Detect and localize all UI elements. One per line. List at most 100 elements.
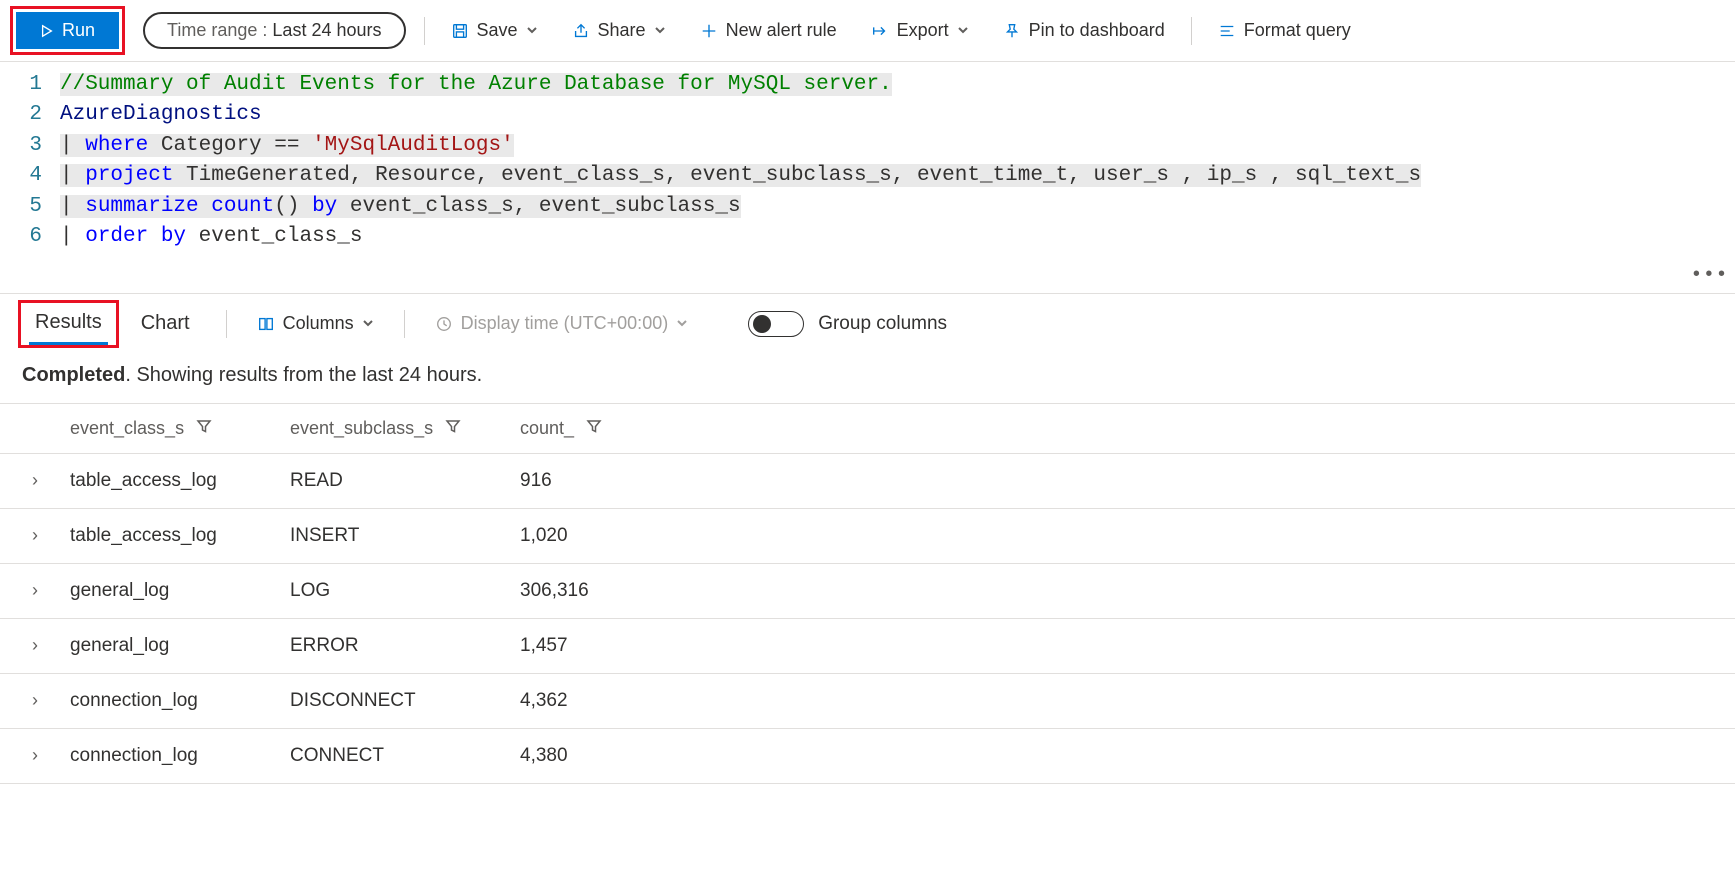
line-number: 5 xyxy=(0,192,60,222)
table-row[interactable]: ›connection_logDISCONNECT4,362 xyxy=(0,674,1735,729)
filter-icon[interactable] xyxy=(445,418,461,439)
format-button[interactable]: Format query xyxy=(1210,16,1359,45)
line-number: 3 xyxy=(0,131,60,161)
query-toolbar: Run Time range : Last 24 hours Save Shar… xyxy=(0,0,1735,62)
group-columns-label: Group columns xyxy=(818,313,947,335)
run-label: Run xyxy=(62,20,95,41)
expand-icon[interactable]: › xyxy=(0,470,70,491)
group-columns-control: Group columns xyxy=(748,311,947,337)
time-range-picker[interactable]: Time range : Last 24 hours xyxy=(143,12,405,49)
code-line: | project TimeGenerated, Resource, event… xyxy=(60,161,1421,191)
cell-event-subclass: LOG xyxy=(290,580,520,602)
plus-icon xyxy=(700,22,718,40)
expand-icon[interactable]: › xyxy=(0,690,70,711)
save-button[interactable]: Save xyxy=(443,16,546,45)
chevron-down-icon xyxy=(526,20,538,41)
tab-chart[interactable]: Chart xyxy=(135,304,196,343)
cell-event-class: table_access_log xyxy=(70,525,290,547)
tab-results[interactable]: Results xyxy=(29,303,108,345)
columns-label: Columns xyxy=(283,313,354,334)
results-tab-highlight-box: Results xyxy=(18,300,119,348)
expand-icon[interactable]: › xyxy=(0,580,70,601)
cell-count: 4,380 xyxy=(520,745,700,767)
cell-count: 4,362 xyxy=(520,690,700,712)
chevron-down-icon xyxy=(654,20,666,41)
expand-icon[interactable]: › xyxy=(0,745,70,766)
code-line: | where Category == 'MySqlAuditLogs' xyxy=(60,131,514,161)
status-detail: . Showing results from the last 24 hours… xyxy=(125,364,482,386)
columns-button[interactable]: Columns xyxy=(257,313,374,334)
new-alert-button[interactable]: New alert rule xyxy=(692,16,845,45)
table-body: ›table_access_logREAD916›table_access_lo… xyxy=(0,454,1735,784)
chevron-down-icon xyxy=(676,313,688,334)
group-columns-toggle[interactable] xyxy=(748,311,804,337)
status-text: Completed. Showing results from the last… xyxy=(0,348,1735,404)
line-number: 6 xyxy=(0,222,60,252)
run-button[interactable]: Run xyxy=(16,12,119,49)
filter-icon[interactable] xyxy=(586,418,602,439)
export-label: Export xyxy=(897,20,949,41)
filter-icon[interactable] xyxy=(196,418,212,439)
export-icon xyxy=(871,22,889,40)
time-range-value: Last 24 hours xyxy=(272,20,381,40)
code-line: | summarize count() by event_class_s, ev… xyxy=(60,192,741,222)
separator xyxy=(404,310,405,338)
time-range-label: Time range : xyxy=(167,20,267,40)
table-row[interactable]: ›table_access_logINSERT1,020 xyxy=(0,509,1735,564)
cell-event-subclass: CONNECT xyxy=(290,745,520,767)
more-menu[interactable]: • • • xyxy=(1693,263,1725,286)
results-toolbar: Results Chart Columns Display time (UTC+… xyxy=(0,293,1735,348)
cell-event-subclass: INSERT xyxy=(290,525,520,547)
run-highlight-box: Run xyxy=(10,6,125,55)
header-count: count_ xyxy=(520,418,574,439)
query-editor[interactable]: 1//Summary of Audit Events for the Azure… xyxy=(0,62,1735,293)
pin-button[interactable]: Pin to dashboard xyxy=(995,16,1173,45)
cell-count: 1,020 xyxy=(520,525,700,547)
separator xyxy=(1191,17,1192,45)
play-icon xyxy=(40,24,54,38)
cell-count: 1,457 xyxy=(520,635,700,657)
save-icon xyxy=(451,22,469,40)
expand-icon[interactable]: › xyxy=(0,635,70,656)
line-number: 4 xyxy=(0,161,60,191)
display-time-button[interactable]: Display time (UTC+00:00) xyxy=(435,313,689,334)
code-comment: //Summary of Audit Events for the Azure … xyxy=(60,73,892,96)
status-completed: Completed xyxy=(22,364,125,386)
table-row[interactable]: ›table_access_logREAD916 xyxy=(0,454,1735,509)
share-label: Share xyxy=(598,20,646,41)
format-icon xyxy=(1218,22,1236,40)
cell-event-class: general_log xyxy=(70,580,290,602)
export-button[interactable]: Export xyxy=(863,16,977,45)
pin-icon xyxy=(1003,22,1021,40)
table-row[interactable]: ›connection_logCONNECT4,380 xyxy=(0,729,1735,784)
cell-event-subclass: ERROR xyxy=(290,635,520,657)
line-number: 1 xyxy=(0,70,60,100)
share-button[interactable]: Share xyxy=(564,16,674,45)
header-event-subclass: event_subclass_s xyxy=(290,418,433,439)
separator xyxy=(226,310,227,338)
table-header: event_class_s event_subclass_s count_ xyxy=(0,404,1735,454)
separator xyxy=(424,17,425,45)
table-row[interactable]: ›general_logERROR1,457 xyxy=(0,619,1735,674)
cell-event-subclass: READ xyxy=(290,470,520,492)
format-label: Format query xyxy=(1244,20,1351,41)
header-event-class: event_class_s xyxy=(70,418,184,439)
chevron-down-icon xyxy=(957,20,969,41)
clock-icon xyxy=(435,315,453,333)
line-number: 2 xyxy=(0,100,60,130)
new-alert-label: New alert rule xyxy=(726,20,837,41)
pin-label: Pin to dashboard xyxy=(1029,20,1165,41)
cell-event-class: general_log xyxy=(70,635,290,657)
cell-count: 916 xyxy=(520,470,700,492)
cell-event-class: table_access_log xyxy=(70,470,290,492)
share-icon xyxy=(572,22,590,40)
table-row[interactable]: ›general_logLOG306,316 xyxy=(0,564,1735,619)
cell-event-class: connection_log xyxy=(70,745,290,767)
code-line: | order by event_class_s xyxy=(60,222,362,252)
cell-event-subclass: DISCONNECT xyxy=(290,690,520,712)
expand-icon[interactable]: › xyxy=(0,525,70,546)
cell-event-class: connection_log xyxy=(70,690,290,712)
cell-count: 306,316 xyxy=(520,580,700,602)
toggle-knob xyxy=(753,315,771,333)
display-time-label: Display time (UTC+00:00) xyxy=(461,313,669,334)
